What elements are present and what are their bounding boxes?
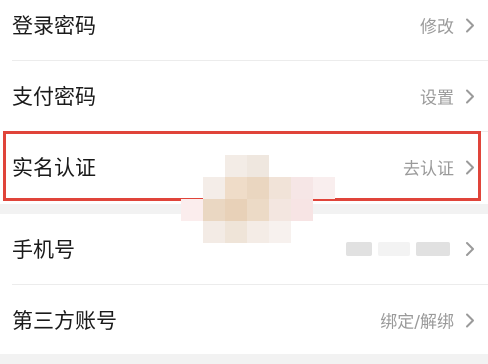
row-value-third-party-accounts: 绑定/解绑 xyxy=(380,312,454,333)
row-label-third-party-accounts: 第三方账号 xyxy=(12,309,117,333)
chevron-right-icon xyxy=(462,17,478,33)
row-label-payment-password: 支付密码 xyxy=(12,85,96,109)
chevron-right-icon xyxy=(462,312,478,328)
chevron-right-icon xyxy=(462,88,478,104)
row-real-name-verification[interactable]: 实名认证 去认证 xyxy=(0,132,488,202)
row-login-password[interactable]: 登录密码 修改 xyxy=(0,0,488,60)
security-settings-group: 登录密码 修改 支付密码 设置 实名认证 去认证 xyxy=(0,0,488,204)
row-value-real-name-verification: 去认证 xyxy=(403,159,454,180)
row-value-payment-password: 设置 xyxy=(420,88,454,109)
row-label-real-name-verification: 实名认证 xyxy=(12,156,96,180)
row-phone-number[interactable]: 手机号 xyxy=(0,214,488,284)
row-label-login-password: 登录密码 xyxy=(12,14,96,38)
chevron-right-icon xyxy=(462,241,478,257)
row-right-real-name-verification: 去认证 xyxy=(403,155,478,180)
row-payment-password[interactable]: 支付密码 设置 xyxy=(0,61,488,131)
row-right-third-party-accounts: 绑定/解绑 xyxy=(380,308,478,333)
row-value-login-password: 修改 xyxy=(420,17,454,38)
row-right-login-password: 修改 xyxy=(420,13,478,38)
account-settings-group: 手机号 第三方账号 绑定/解绑 xyxy=(0,214,488,354)
row-label-phone-number: 手机号 xyxy=(12,238,75,262)
masked-phone-number xyxy=(346,242,450,256)
chevron-right-icon xyxy=(462,159,478,175)
row-right-phone-number xyxy=(462,241,478,257)
row-right-payment-password: 设置 xyxy=(420,84,478,109)
row-third-party-accounts[interactable]: 第三方账号 绑定/解绑 xyxy=(0,285,488,355)
